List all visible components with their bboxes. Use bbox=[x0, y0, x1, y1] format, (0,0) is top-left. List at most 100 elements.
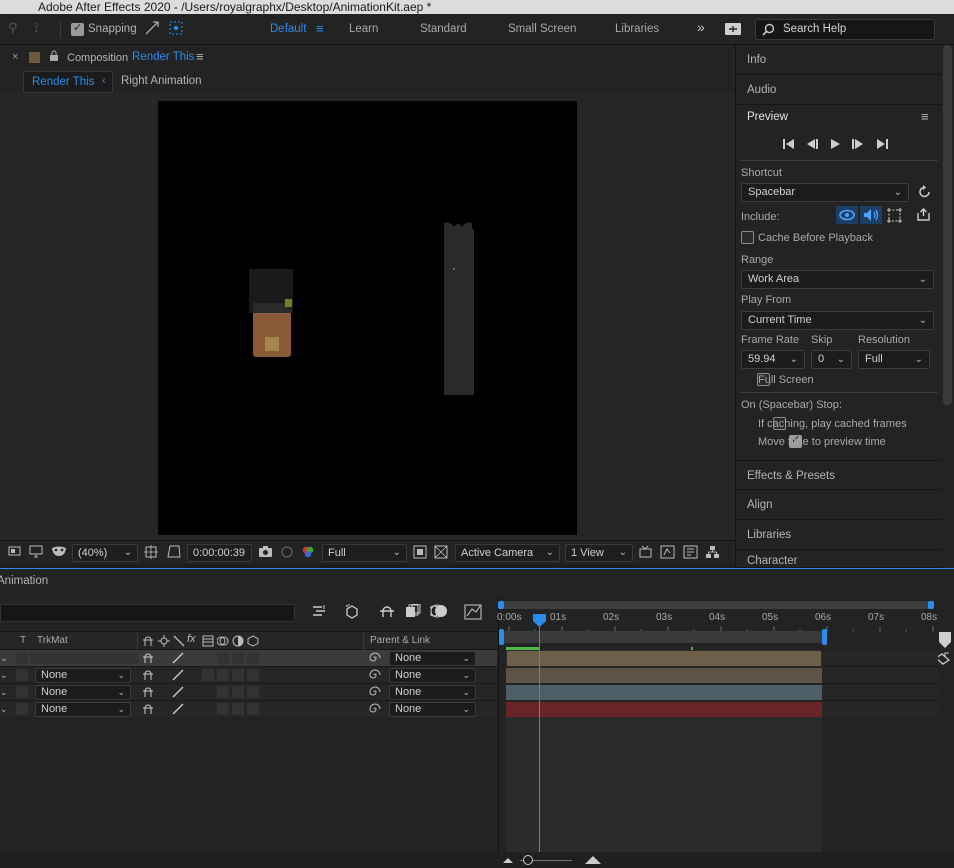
quality-toggle-icon[interactable] bbox=[172, 652, 184, 664]
device-object[interactable] bbox=[440, 219, 476, 399]
next-frame-icon[interactable] bbox=[852, 138, 865, 150]
search-help-box[interactable]: Search Help bbox=[755, 19, 935, 40]
resolution-preview-dropdown[interactable]: Full ⌄ bbox=[858, 350, 930, 369]
frame-rate-dropdown[interactable]: 59.94 ⌄ bbox=[741, 350, 805, 369]
switch-cell[interactable] bbox=[217, 669, 229, 681]
shy-layers-icon[interactable] bbox=[378, 604, 396, 618]
include-overlays-icon[interactable] bbox=[887, 208, 902, 223]
navigator-start-handle[interactable] bbox=[498, 601, 504, 609]
switch-cell[interactable] bbox=[232, 703, 244, 715]
graph-editor-icon[interactable] bbox=[464, 602, 482, 620]
composition-name[interactable]: Render This bbox=[132, 51, 194, 63]
layer-row[interactable]: ⌄ None ⌄ None ⌄ bbox=[0, 667, 497, 684]
workspace-overflow-icon[interactable]: » bbox=[697, 19, 705, 35]
switch-cell[interactable] bbox=[247, 686, 259, 698]
comp-end-marker-icon[interactable] bbox=[938, 632, 952, 648]
cache-before-playback-checkbox[interactable] bbox=[741, 231, 754, 244]
workspace-standard[interactable]: Standard bbox=[420, 23, 467, 35]
switch-cell[interactable] bbox=[247, 703, 259, 715]
switch-cell[interactable] bbox=[232, 652, 244, 664]
puppet-tool-icon[interactable]: ⚲ bbox=[8, 20, 18, 36]
layer-switch-cell[interactable] bbox=[16, 652, 28, 664]
flowchart-icon[interactable] bbox=[705, 545, 720, 559]
workspace-default[interactable]: Default bbox=[270, 23, 306, 35]
switch-cell[interactable] bbox=[217, 703, 229, 715]
export-icon[interactable] bbox=[916, 207, 931, 222]
trkmat-dropdown[interactable]: None ⌄ bbox=[35, 685, 131, 700]
switch-cell[interactable] bbox=[217, 652, 229, 664]
frame-blend-col-icon[interactable] bbox=[202, 635, 214, 647]
layer-row[interactable]: ⌄ None ⌄ None ⌄ bbox=[0, 701, 497, 718]
layer-bar[interactable] bbox=[506, 684, 822, 701]
pixel-aspect-icon[interactable] bbox=[638, 545, 653, 559]
collapse-col-icon[interactable] bbox=[158, 635, 170, 647]
zoom-in-icon[interactable] bbox=[584, 855, 602, 865]
right-panel-scrollbar[interactable] bbox=[943, 45, 952, 405]
previous-frame-icon[interactable] bbox=[805, 138, 818, 150]
shy-toggle-icon[interactable] bbox=[142, 703, 154, 715]
lock-icon[interactable] bbox=[49, 50, 59, 62]
layer-bar[interactable] bbox=[506, 667, 822, 684]
tab-render-this[interactable]: Render This ‹ bbox=[23, 71, 113, 93]
panel-align[interactable]: Align bbox=[736, 490, 942, 520]
workspace-learn[interactable]: Learn bbox=[349, 23, 378, 35]
range-dropdown[interactable]: Work Area ⌄ bbox=[741, 270, 934, 289]
current-time-indicator-line[interactable] bbox=[539, 614, 540, 852]
parent-dropdown[interactable]: None ⌄ bbox=[389, 685, 476, 700]
layer-switch-cell[interactable] bbox=[16, 703, 28, 715]
quality-col-icon[interactable] bbox=[173, 635, 185, 647]
workspace-layout-icon[interactable] bbox=[724, 22, 742, 36]
frame-blending-icon[interactable] bbox=[405, 604, 421, 618]
shy-toggle-icon[interactable] bbox=[142, 686, 154, 698]
layer-bar[interactable] bbox=[506, 650, 822, 667]
parent-dropdown[interactable]: None ⌄ bbox=[389, 668, 476, 683]
workspace-menu-icon[interactable]: ≡ bbox=[316, 21, 324, 36]
always-preview-icon[interactable] bbox=[8, 545, 21, 558]
timeline-tab-title[interactable]: Animation bbox=[0, 575, 48, 587]
first-frame-icon[interactable] bbox=[782, 138, 795, 150]
layer-row[interactable]: ⌄ None ⌄ bbox=[0, 650, 497, 667]
panel-character[interactable]: Character bbox=[736, 550, 942, 568]
layer-search-input[interactable] bbox=[0, 604, 295, 622]
switch-cell[interactable] bbox=[217, 686, 229, 698]
tab-right-animation[interactable]: Right Animation bbox=[121, 75, 202, 87]
work-area-start-handle[interactable] bbox=[499, 629, 504, 645]
layer-switch-cell[interactable] bbox=[16, 669, 28, 681]
skip-dropdown[interactable]: 0 ⌄ bbox=[811, 350, 852, 369]
safe-zones-icon[interactable] bbox=[144, 545, 158, 559]
fast-previews-icon[interactable] bbox=[413, 545, 427, 559]
workspace-libraries[interactable]: Libraries bbox=[615, 23, 659, 35]
layer-switch-cell[interactable] bbox=[16, 686, 28, 698]
layer-bar[interactable] bbox=[506, 701, 822, 717]
shy-toggle-icon[interactable] bbox=[142, 652, 154, 664]
switch-cell[interactable] bbox=[232, 686, 244, 698]
snap-edges-icon[interactable] bbox=[144, 20, 160, 36]
mask-visibility-icon[interactable] bbox=[51, 545, 67, 558]
trkmat-dropdown[interactable]: None ⌄ bbox=[35, 702, 131, 717]
play-icon[interactable] bbox=[829, 138, 841, 150]
switch-cell[interactable] bbox=[247, 652, 259, 664]
include-video-icon[interactable] bbox=[836, 206, 858, 224]
zoom-slider-thumb[interactable] bbox=[523, 855, 533, 865]
time-navigator-bar[interactable] bbox=[498, 601, 934, 609]
panel-effects-presets[interactable]: Effects & Presets bbox=[736, 460, 942, 490]
close-panel-icon[interactable]: × bbox=[12, 51, 18, 63]
pickwhip-icon[interactable] bbox=[369, 703, 381, 715]
preview-menu-icon[interactable]: ≡ bbox=[921, 109, 929, 124]
current-time-field[interactable]: 0:00:00:39 bbox=[187, 544, 252, 562]
effects-col-icon[interactable]: fx bbox=[187, 633, 196, 645]
zoom-dropdown[interactable]: (40%) ⌄ bbox=[72, 544, 138, 562]
draft-3d-icon[interactable] bbox=[312, 604, 328, 618]
workspace-small-screen[interactable]: Small Screen bbox=[508, 23, 576, 35]
trkmat-dropdown[interactable]: None ⌄ bbox=[35, 668, 131, 683]
reset-icon[interactable] bbox=[918, 185, 932, 199]
work-area-bar[interactable] bbox=[499, 629, 827, 645]
shortcut-dropdown[interactable]: Spacebar ⌄ bbox=[741, 183, 909, 202]
panel-info[interactable]: Info bbox=[736, 45, 942, 75]
graph-empty-area[interactable] bbox=[506, 717, 822, 868]
layer-row[interactable]: ⌄ None ⌄ None ⌄ bbox=[0, 684, 497, 701]
quality-toggle-icon[interactable] bbox=[172, 703, 184, 715]
pickwhip-icon[interactable] bbox=[369, 686, 381, 698]
motion-blur-icon[interactable] bbox=[430, 603, 448, 619]
shy-col-icon[interactable] bbox=[142, 635, 154, 647]
